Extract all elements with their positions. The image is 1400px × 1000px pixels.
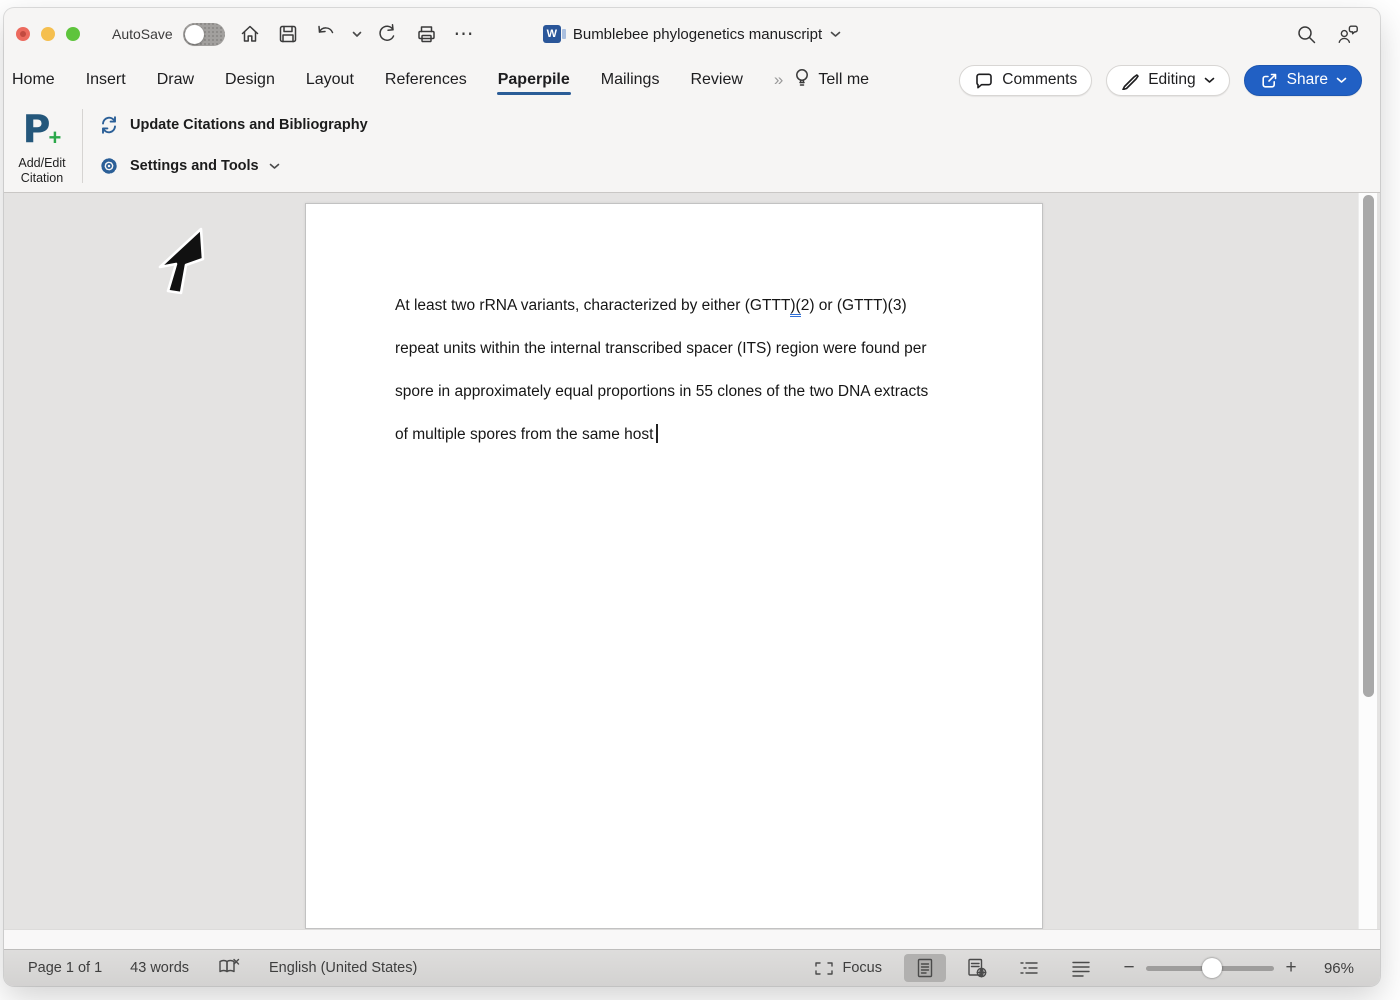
word-app-icon: W (543, 25, 561, 43)
focus-button[interactable]: Focus (813, 959, 883, 978)
lightbulb-icon (793, 67, 811, 94)
share-chevron-icon (1336, 71, 1347, 89)
view-switcher (904, 954, 1102, 982)
word-count[interactable]: 43 words (130, 960, 189, 976)
autosave-control: AutoSave (112, 23, 225, 46)
mouse-cursor-icon (140, 215, 220, 305)
gear-icon (98, 155, 120, 177)
fullscreen-button[interactable] (66, 27, 80, 41)
zoom-controls: − + (1122, 957, 1298, 979)
autosave-toggle[interactable] (183, 23, 225, 46)
focus-icon (813, 959, 835, 978)
zoom-percentage[interactable]: 96% (1312, 960, 1354, 977)
top-action-buttons: Comments Editing Share (959, 65, 1362, 96)
home-icon[interactable] (238, 22, 262, 46)
add-edit-citation-label: Add/Edit Citation (18, 156, 65, 186)
draft-view-button[interactable] (1060, 954, 1102, 982)
document-canvas[interactable]: At least two rRNA variants, characterize… (4, 193, 1380, 929)
document-text[interactable]: At least two rRNA variants, characterize… (395, 284, 975, 456)
horizontal-scroll-area (4, 929, 1380, 949)
tell-me-button[interactable]: Tell me (793, 67, 869, 94)
zoom-slider-thumb[interactable] (1202, 958, 1222, 978)
undo-icon[interactable] (314, 22, 338, 46)
ribbon-tab-row: Home Insert Draw Design Layout Reference… (4, 60, 1380, 100)
autosave-toggle-knob (185, 25, 204, 44)
text-line-3: spore in approximately equal proportions… (395, 370, 975, 413)
tab-paperpile[interactable]: Paperpile (498, 63, 570, 97)
status-bar: Page 1 of 1 43 words English (United Sta… (4, 949, 1380, 986)
spellcheck-icon[interactable] (217, 956, 241, 980)
tab-home[interactable]: Home (12, 63, 55, 97)
zoom-out-button[interactable]: − (1122, 957, 1136, 979)
tab-references[interactable]: References (385, 63, 467, 97)
grammar-flagged-text: )( (790, 297, 800, 317)
language-selector[interactable]: English (United States) (269, 960, 417, 976)
web-layout-view-button[interactable] (956, 954, 998, 982)
autosave-label: AutoSave (112, 26, 173, 42)
titlebar-right-icons (1294, 22, 1360, 46)
ribbon-group-divider (82, 109, 83, 183)
paperpile-ribbon: P+ Add/Edit Citation Update Citations an… (4, 100, 1380, 193)
page-count[interactable]: Page 1 of 1 (28, 960, 102, 976)
tab-review[interactable]: Review (690, 63, 742, 97)
sync-icon (98, 114, 120, 136)
comments-button[interactable]: Comments (959, 65, 1092, 96)
text-line-4: of multiple spores from the same host (395, 413, 975, 456)
print-icon[interactable] (414, 22, 438, 46)
feedback-person-icon[interactable] (1336, 22, 1360, 46)
word-window: AutoSave ⋯ (4, 8, 1380, 986)
close-button[interactable] (16, 27, 30, 41)
vertical-scrollbar-thumb[interactable] (1363, 195, 1374, 697)
settings-and-tools-button[interactable]: Settings and Tools (98, 153, 280, 179)
paperpile-logo-icon: P+ (23, 109, 62, 153)
text-line-1: At least two rRNA variants, characterize… (395, 284, 975, 327)
zoom-slider[interactable] (1146, 958, 1274, 978)
share-button[interactable]: Share (1244, 65, 1362, 96)
share-icon (1259, 71, 1279, 90)
add-edit-citation-button[interactable]: P+ Add/Edit Citation (4, 100, 80, 193)
minimize-button[interactable] (41, 27, 55, 41)
document-page[interactable]: At least two rRNA variants, characterize… (305, 203, 1043, 929)
tab-mailings[interactable]: Mailings (601, 63, 660, 97)
tab-draw[interactable]: Draw (157, 63, 194, 97)
search-icon[interactable] (1294, 22, 1318, 46)
undo-menu-chevron-icon[interactable] (352, 25, 362, 43)
tab-design[interactable]: Design (225, 63, 275, 97)
tell-me-label: Tell me (818, 71, 869, 89)
outline-view-button[interactable] (1008, 954, 1050, 982)
redo-icon[interactable] (376, 22, 400, 46)
save-icon[interactable] (276, 22, 300, 46)
text-caret (656, 424, 658, 443)
vertical-scrollbar-track[interactable] (1358, 193, 1377, 929)
comment-bubble-icon (974, 71, 994, 90)
zoom-in-button[interactable]: + (1284, 957, 1298, 979)
tab-layout[interactable]: Layout (306, 63, 354, 97)
traffic-lights (16, 8, 80, 60)
document-title: Bumblebee phylogenetics manuscript (573, 26, 822, 43)
editing-mode-button[interactable]: Editing (1106, 65, 1229, 96)
pencil-icon (1121, 71, 1140, 90)
tab-overflow-icon[interactable]: » (774, 70, 781, 90)
title-chevron-icon[interactable] (830, 25, 841, 43)
text-line-2: repeat units within the internal transcr… (395, 327, 975, 370)
more-commands-icon[interactable]: ⋯ (452, 22, 476, 46)
quick-access-toolbar: ⋯ (238, 22, 476, 46)
settings-chevron-icon (269, 157, 280, 175)
document-title-group[interactable]: W Bumblebee phylogenetics manuscript (543, 25, 841, 43)
update-citations-button[interactable]: Update Citations and Bibliography (98, 112, 368, 138)
print-layout-view-button[interactable] (904, 954, 946, 982)
tab-insert[interactable]: Insert (86, 63, 126, 97)
editing-chevron-icon (1204, 71, 1215, 89)
title-bar: AutoSave ⋯ (4, 8, 1380, 60)
